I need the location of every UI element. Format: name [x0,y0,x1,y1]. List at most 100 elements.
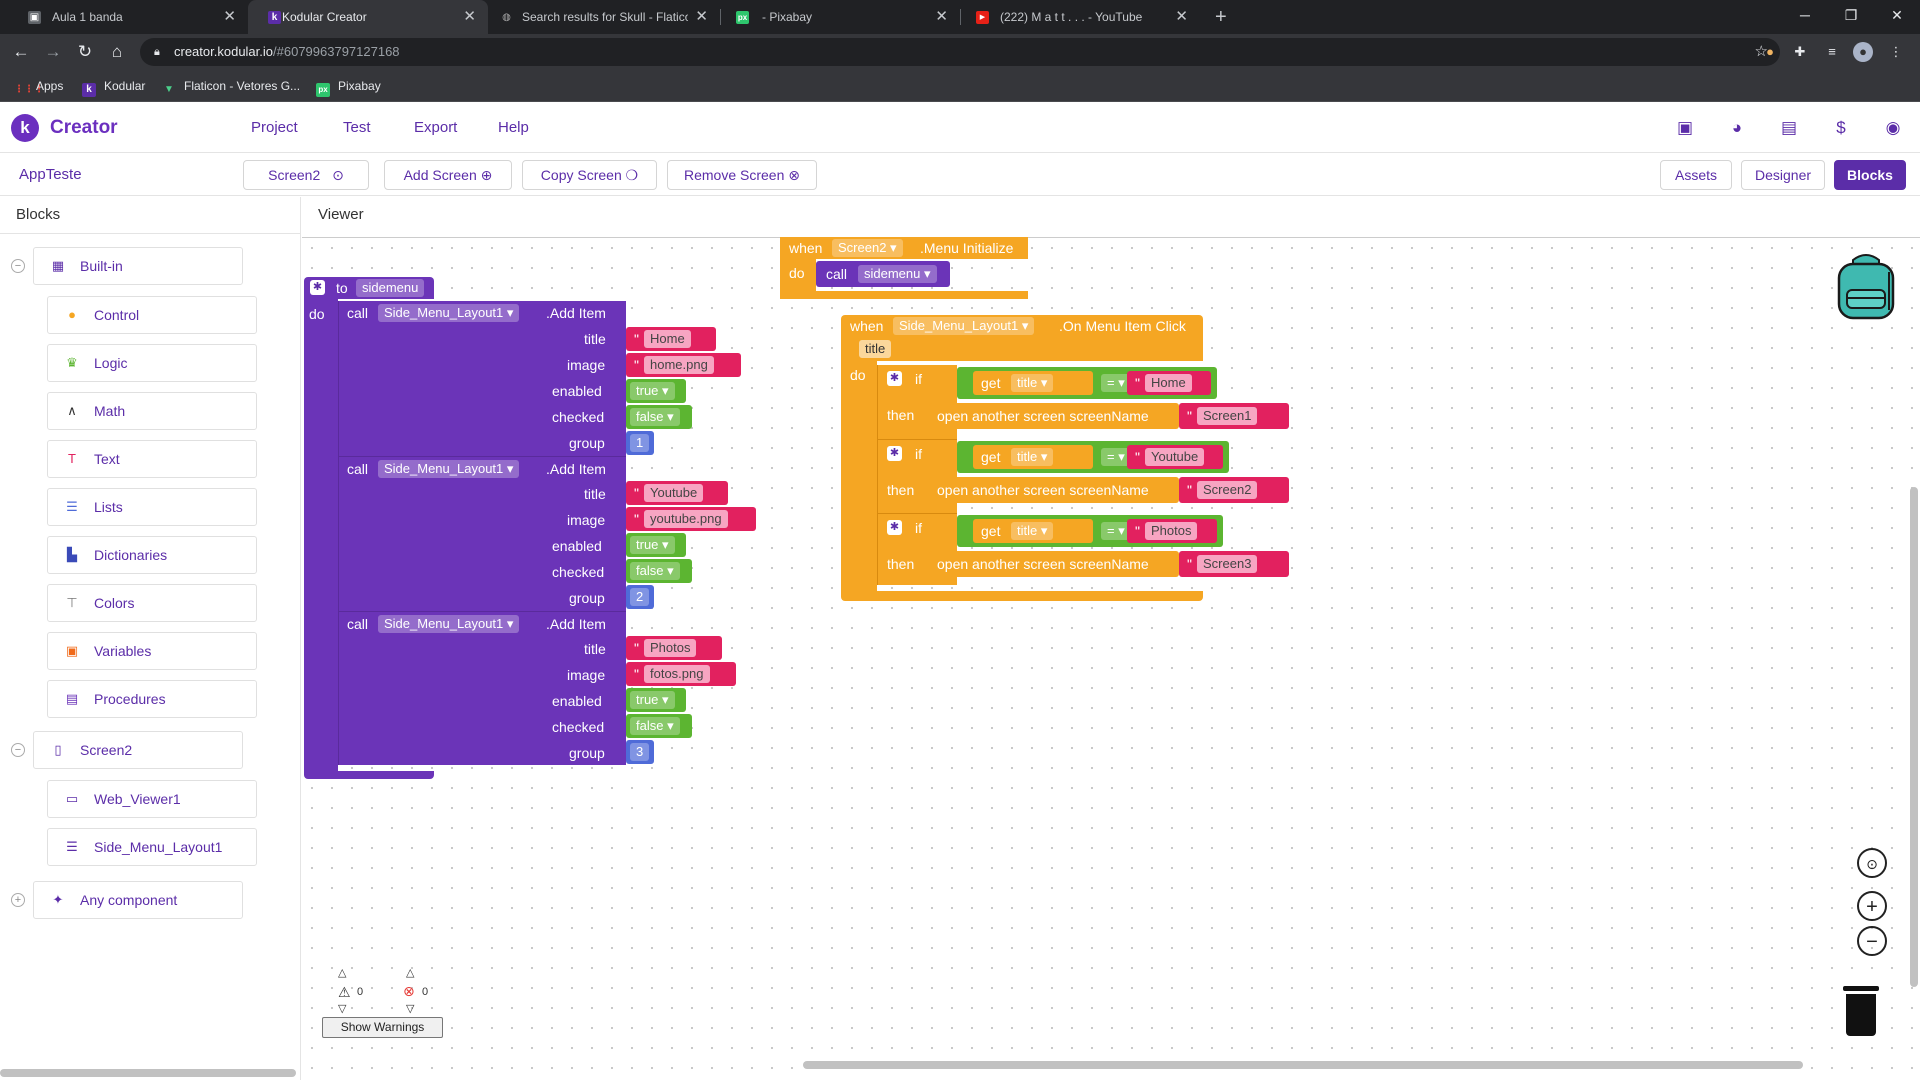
text-block[interactable]: " Youtube [1127,445,1223,469]
boolean-dropdown[interactable]: false ▾ [630,717,680,735]
menu-initialize-event[interactable]: when Screen2 ▾ .Menu Initialize [780,237,1028,259]
number-value[interactable]: 2 [630,588,650,606]
text-block[interactable]: " Photos [626,636,722,660]
reload-icon[interactable]: ↻ [73,34,97,70]
open-screen-block[interactable]: open another screen screenName [929,477,1179,503]
expand-toggle-icon[interactable]: + [11,893,25,907]
screen-selector[interactable]: Screen2 ⊙ [243,160,369,190]
variable-dropdown[interactable]: title ▾ [1011,374,1054,392]
text-value[interactable]: Home [1145,374,1192,392]
get-variable-block[interactable]: get title ▾ [973,445,1093,469]
boolean-dropdown[interactable]: false ▾ [630,562,680,580]
account-icon[interactable]: ◉ [1882,117,1904,139]
home-icon[interactable]: ⌂ [105,34,129,70]
close-icon[interactable]: ✕ [935,0,948,34]
component-dropdown[interactable]: Side_Menu_Layout1 ▾ [893,317,1035,335]
tree-colors[interactable]: ⊤ Colors [47,584,257,622]
boolean-block[interactable]: false ▾ [626,405,692,429]
text-block[interactable]: " Photos [1127,519,1217,543]
screen-dropdown[interactable]: Screen2 ▾ [832,239,903,257]
bookmark-kodular[interactable]: k Kodular [82,70,145,102]
browser-tab[interactable]: ▣ Aula 1 banda ✕ [8,0,249,34]
tree-logic[interactable]: ♛ Logic [47,344,257,382]
text-value[interactable]: home.png [644,356,714,374]
procedure-dropdown[interactable]: sidemenu ▾ [858,265,937,283]
restore-icon[interactable]: ❐ [1828,0,1874,30]
get-variable-block[interactable]: get title ▾ [973,371,1093,395]
number-value[interactable]: 1 [630,434,650,452]
workspace-vertical-scrollbar[interactable] [1910,487,1918,987]
warning-nav-down-icon[interactable]: ▽ [338,1002,346,1015]
tree-procedures[interactable]: ▤ Procedures [47,680,257,718]
boolean-block[interactable]: true ▾ [626,379,686,403]
boolean-dropdown[interactable]: true ▾ [630,382,675,400]
text-value[interactable]: Screen3 [1197,555,1258,573]
menu-project[interactable]: Project [251,103,298,153]
bookmark-apps[interactable]: ⋮⋮⋮Apps [14,70,63,102]
bookmark-pixabay[interactable]: px Pixabay [316,70,381,102]
bookmark-flaticon[interactable]: ▼ Flaticon - Vetores G... [162,70,300,102]
collapse-toggle-icon[interactable]: − [11,259,25,273]
number-block[interactable]: 1 [626,431,654,455]
procedure-name[interactable]: sidemenu [356,279,425,297]
add-item-call-3[interactable]: call Side_Menu_Layout1 ▾ .Add Item title… [338,611,626,765]
kebab-menu-icon[interactable]: ⋮ [1886,42,1906,62]
boolean-block[interactable]: true ▾ [626,533,686,557]
close-icon[interactable]: ✕ [695,0,708,34]
close-icon[interactable]: ✕ [223,0,236,34]
trash-icon[interactable] [1843,986,1879,1036]
text-block[interactable]: " Home [626,327,716,351]
tree-dictionaries[interactable]: ▙ Dictionaries [47,536,257,574]
component-dropdown[interactable]: Side_Menu_Layout1 ▾ [378,615,520,633]
text-value[interactable]: Home [644,330,691,348]
browser-tab[interactable]: ◍ Search results for Skull - Flaticon ✕ [490,0,721,34]
menu-export[interactable]: Export [414,103,457,153]
add-item-call-2[interactable]: call Side_Menu_Layout1 ▾ .Add Item title… [338,456,626,610]
gear-icon[interactable]: ✱ [887,446,902,461]
menu-item-click-event[interactable]: when Side_Menu_Layout1 ▾ .On Menu Item C… [841,315,1203,337]
number-block[interactable]: 3 [626,740,654,764]
library-icon[interactable]: ▤ [1778,117,1800,139]
dollar-icon[interactable]: $ [1830,117,1852,139]
tree-screen2[interactable]: ▯ Screen2 [33,731,243,769]
tree-lists[interactable]: ☰ Lists [47,488,257,526]
tree-side-menu[interactable]: ☰ Side_Menu_Layout1 [47,828,257,866]
get-variable-block[interactable]: get title ▾ [973,519,1093,543]
text-block[interactable]: " Screen3 [1179,551,1289,577]
zoom-out-icon[interactable]: − [1857,926,1887,956]
text-value[interactable]: Youtube [1145,448,1205,466]
zoom-in-icon[interactable]: + [1857,891,1887,921]
add-screen-button[interactable]: Add Screen ⊕ [384,160,512,190]
minimize-icon[interactable]: ─ [1782,0,1828,30]
component-dropdown[interactable]: Side_Menu_Layout1 ▾ [378,460,520,478]
call-procedure-block[interactable]: call sidemenu ▾ [816,261,950,287]
panel-horizontal-scrollbar[interactable] [0,1069,296,1077]
event-param[interactable]: title [859,340,892,358]
menu-help[interactable]: Help [498,103,529,153]
number-block[interactable]: 2 [626,585,654,609]
window-close-icon[interactable]: ✕ [1874,0,1920,30]
text-value[interactable]: Youtube [644,484,704,502]
component-dropdown[interactable]: Side_Menu_Layout1 ▾ [378,304,520,322]
remove-screen-button[interactable]: Remove Screen ⊗ [667,160,817,190]
tree-variables[interactable]: ▣ Variables [47,632,257,670]
variable-dropdown[interactable]: title ▾ [1011,522,1054,540]
back-icon[interactable]: ← [9,34,33,70]
designer-button[interactable]: Designer [1741,160,1825,190]
warning-nav-up-icon[interactable]: △ [338,966,346,979]
tree-web-viewer[interactable]: ▭ Web_Viewer1 [47,780,257,818]
text-block[interactable]: " Screen2 [1179,477,1289,503]
number-value[interactable]: 3 [630,743,650,761]
text-value[interactable]: Screen2 [1197,481,1258,499]
copy-screen-button[interactable]: Copy Screen ❍ [522,160,657,190]
boolean-dropdown[interactable]: true ▾ [630,536,675,554]
text-value[interactable]: Photos [644,639,697,657]
text-value[interactable]: Photos [1145,522,1198,540]
compare-block[interactable]: get title ▾ = ▾ " Home [957,367,1217,399]
tree-math[interactable]: ∧ Math [47,392,257,430]
new-tab-icon[interactable]: + [1215,0,1227,34]
text-block[interactable]: " Screen1 [1179,403,1289,429]
puzzle-icon[interactable]: ✚ [1790,42,1810,62]
tree-builtin[interactable]: ▦ Built-in [33,247,243,285]
tree-any-component[interactable]: ✦ Any component [33,881,243,919]
